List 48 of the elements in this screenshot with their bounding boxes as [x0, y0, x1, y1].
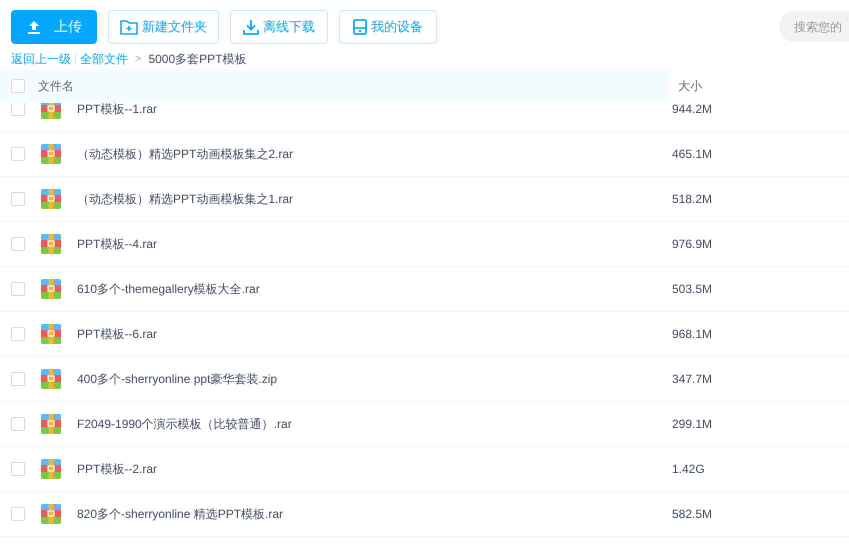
file-name[interactable]: 820多个-sherryonline 精选PPT模板.rar	[77, 505, 672, 523]
file-name[interactable]: PPT模板--1.rar	[77, 103, 672, 118]
column-header[interactable]: 大小	[678, 77, 702, 95]
archive-icon	[41, 144, 61, 164]
file-name[interactable]: PPT模板--6.rar	[77, 325, 672, 343]
file-size: 1.42G	[672, 461, 705, 478]
archive-icon	[41, 414, 61, 434]
folder-icon	[120, 18, 138, 34]
file-size: 968.1M	[672, 326, 712, 343]
file-size: 976.9M	[672, 236, 712, 253]
file-name[interactable]: （动态模板）精选PPT动画模板集之1.rar	[77, 190, 672, 208]
checkbox[interactable]	[11, 507, 25, 521]
archive-icon	[41, 279, 61, 299]
file-name[interactable]: 610多个-themegallery模板大全.rar	[77, 280, 672, 298]
file-size: 465.1M	[672, 146, 712, 163]
checkbox[interactable]	[11, 103, 25, 116]
breadcrumb-separator: >	[135, 52, 142, 67]
archive-icon	[41, 324, 61, 344]
breadcrumb-current: 5000多套PPT模板	[148, 51, 246, 68]
column-header[interactable]: 文件名	[38, 77, 74, 95]
checkbox[interactable]	[11, 237, 25, 251]
archive-icon	[41, 234, 61, 254]
archive-icon	[41, 189, 61, 209]
file-name[interactable]: PPT模板--2.rar	[77, 460, 672, 478]
download-icon	[243, 18, 259, 34]
archive-icon	[41, 504, 61, 524]
file-size: 944.2M	[672, 103, 712, 118]
file-size: 503.5M	[672, 281, 712, 298]
checkbox[interactable]	[11, 79, 25, 93]
checkbox[interactable]	[11, 282, 25, 296]
file-name[interactable]: （动态模板）精选PPT动画模板集之2.rar	[77, 145, 672, 163]
file-size: 347.7M	[672, 371, 712, 388]
file-size: 582.5M	[672, 506, 712, 523]
checkbox[interactable]	[11, 192, 25, 206]
device-icon	[353, 18, 367, 34]
checkbox[interactable]	[11, 147, 25, 161]
file-name[interactable]: 400多个-sherryonline ppt豪华套装.zip	[77, 370, 672, 388]
upload-icon	[26, 18, 42, 34]
file-size: 299.1M	[672, 416, 712, 433]
checkbox[interactable]	[11, 417, 25, 431]
file-name[interactable]: PPT模板--4.rar	[77, 235, 672, 253]
file-name[interactable]: F2049-1990个演示模板（比较普通）.rar	[77, 415, 672, 433]
checkbox[interactable]	[11, 372, 25, 386]
checkbox[interactable]	[11, 462, 25, 476]
file-size: 518.2M	[672, 191, 712, 208]
archive-icon	[41, 459, 61, 479]
archive-icon	[41, 369, 61, 389]
checkbox[interactable]	[11, 327, 25, 341]
